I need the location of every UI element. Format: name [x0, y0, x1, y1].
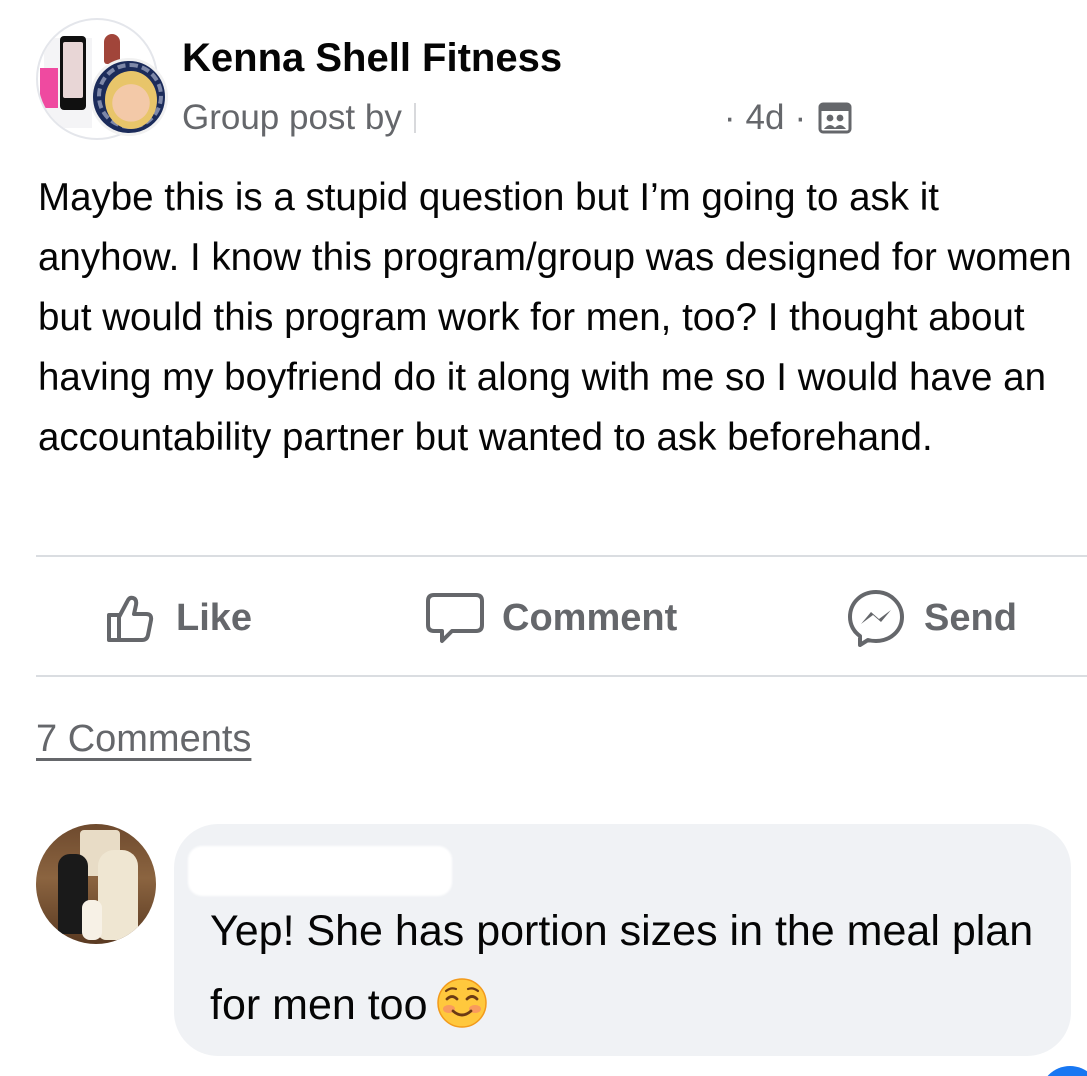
group-cover-pink-strip	[40, 68, 58, 108]
poster-avatar-face	[105, 71, 157, 129]
group-post-by-label: Group post by	[182, 98, 402, 137]
like-label: Like	[176, 596, 253, 639]
meta-separator: ·	[794, 98, 807, 137]
group-name[interactable]: Kenna Shell Fitness	[182, 36, 562, 81]
comment-label: Comment	[502, 596, 678, 639]
redacted-commenter-name[interactable]	[188, 846, 452, 896]
group-cover-phone-screen	[63, 42, 83, 98]
post-meta: Group post by · 4d ·	[182, 98, 852, 138]
post-header: Kenna Shell Fitness Group post by · 4d ·	[36, 18, 1076, 140]
corner-badge	[1040, 1066, 1087, 1076]
poster-avatar[interactable]	[90, 58, 168, 136]
post-body: Maybe this is a stupid question but I’m …	[38, 176, 1072, 459]
comments-count-link[interactable]: 7 Comments	[36, 718, 251, 761]
divider-top	[36, 555, 1087, 557]
speech-bubble-icon	[426, 591, 484, 645]
send-label: Send	[924, 596, 1017, 639]
thumbs-up-icon	[104, 591, 158, 645]
post-timestamp[interactable]: 4d	[746, 98, 785, 138]
messenger-icon	[846, 588, 906, 648]
send-button[interactable]: Send	[846, 560, 1017, 676]
meta-separator: ·	[723, 98, 736, 137]
comment-body: Yep! She has portion sizes in the meal p…	[210, 907, 1034, 1029]
divider-bottom	[36, 675, 1087, 677]
commenter-photo-bride	[98, 850, 138, 940]
commenter-avatar[interactable]	[36, 824, 156, 944]
like-button[interactable]: Like	[104, 560, 252, 676]
smiling-face-icon	[436, 977, 488, 1029]
comment-bubble: Yep! She has portion sizes in the meal p…	[174, 824, 1071, 1056]
redacted-poster-name[interactable]	[413, 103, 714, 133]
members-icon	[818, 102, 852, 134]
post-actions: Like Comment Send	[36, 560, 1087, 676]
comment-text: Yep! She has portion sizes in the meal p…	[210, 894, 1060, 1042]
commenter-photo-child	[82, 900, 102, 940]
comment-button[interactable]: Comment	[426, 560, 677, 676]
